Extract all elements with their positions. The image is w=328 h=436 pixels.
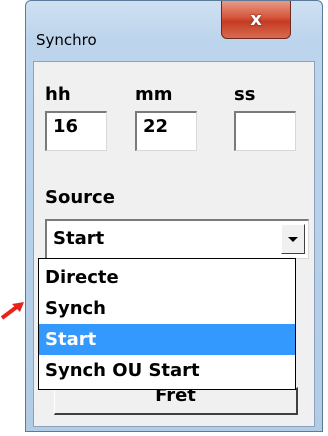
fret-button[interactable]: Fret: [54, 387, 298, 415]
source-label: Source: [45, 187, 115, 208]
close-icon: x: [250, 8, 262, 30]
dropdown-option-directe[interactable]: Directe: [39, 262, 295, 293]
ss-label: ss: [234, 84, 256, 105]
dropdown-option-start[interactable]: Start: [39, 324, 295, 355]
hh-label: hh: [45, 84, 71, 105]
close-button[interactable]: x: [221, 1, 291, 39]
source-dropdown-list: Directe Synch Start Synch OU Start: [38, 258, 296, 390]
chevron-down-icon: [288, 236, 298, 242]
ss-field[interactable]: [234, 111, 296, 151]
source-combobox[interactable]: Start: [45, 219, 309, 259]
hh-field[interactable]: 16: [45, 111, 107, 151]
window-title: Synchro: [36, 31, 97, 49]
dropdown-button[interactable]: [281, 224, 305, 254]
red-arrow-pointer-icon: [0, 302, 24, 320]
dropdown-option-synch-ou-start[interactable]: Synch OU Start: [39, 355, 295, 386]
mm-field[interactable]: 22: [135, 111, 197, 151]
dropdown-option-synch[interactable]: Synch: [39, 293, 295, 324]
source-selected-value: Start: [53, 228, 105, 249]
mm-label: mm: [135, 84, 173, 105]
